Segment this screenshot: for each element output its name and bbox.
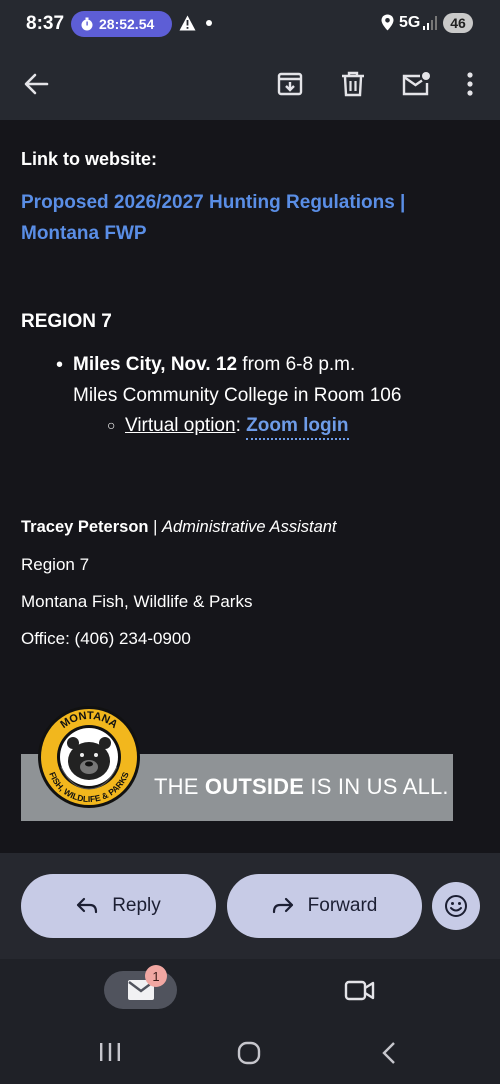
- meeting-city-date: Miles City, Nov. 12: [73, 354, 238, 375]
- zoom-login-link[interactable]: Zoom login: [246, 415, 349, 440]
- bottom-navigation: 1: [0, 959, 500, 1084]
- reply-icon: [77, 897, 98, 914]
- back-arrow-icon: [24, 73, 49, 95]
- more-options-button[interactable]: [446, 60, 494, 108]
- regulations-link-line2[interactable]: Montana FWP: [21, 223, 147, 245]
- status-time: 8:37: [26, 13, 65, 34]
- email-body: Link to website: Proposed 2026/2027 Hunt…: [0, 120, 500, 853]
- more-vert-icon: [467, 72, 473, 96]
- bullet-circle: ○: [107, 417, 116, 433]
- meeting-line: Miles City, Nov. 12 from 6-8 p.m.: [73, 354, 355, 376]
- banner-text-post: IS IN US ALL.: [304, 774, 449, 799]
- archive-icon: [277, 72, 303, 96]
- virtual-separator: :: [235, 415, 247, 436]
- bullet-disc: •: [56, 354, 64, 376]
- home-icon[interactable]: [237, 1041, 261, 1065]
- signal-icon: [423, 16, 437, 30]
- regulations-link-line1[interactable]: Proposed 2026/2027 Hunting Regulations |: [21, 192, 405, 214]
- forward-icon: [272, 897, 293, 914]
- meeting-time: from 6-8 p.m.: [237, 354, 356, 375]
- meeting-location: Miles Community College in Room 106: [73, 385, 402, 406]
- banner-text-pre: THE: [154, 774, 205, 799]
- location-icon: [381, 14, 394, 31]
- forward-label: Forward: [307, 895, 378, 916]
- region-heading: REGION 7: [21, 311, 112, 332]
- notification-dot-icon: [206, 20, 212, 26]
- virtual-option-line: Virtual option: Zoom login: [125, 415, 349, 440]
- recent-apps-icon[interactable]: [99, 1041, 121, 1063]
- fwp-bear-logo: MONTANA FISH, WILDLIFE & PARKS: [38, 706, 140, 808]
- smiley-icon: [445, 895, 467, 917]
- video-call-icon[interactable]: [343, 977, 377, 1005]
- reply-label: Reply: [112, 895, 161, 916]
- signature-name-line: Tracey Peterson | Administrative Assista…: [21, 518, 337, 537]
- warning-icon: [179, 15, 196, 31]
- status-bar: 8:37 28:52.54 5G 46: [0, 0, 500, 48]
- delete-button[interactable]: [329, 60, 377, 108]
- stopwatch-icon: [81, 17, 93, 31]
- forward-button[interactable]: Forward: [227, 874, 422, 938]
- network-type: 5G: [399, 14, 421, 31]
- banner-tagline: THE OUTSIDE IS IN US ALL.: [154, 774, 449, 800]
- mark-unread-icon: [402, 72, 430, 96]
- timer-text: 28:52.54: [99, 16, 155, 32]
- mark-unread-button[interactable]: [392, 60, 440, 108]
- signature-region: Region 7: [21, 555, 90, 574]
- timer-chip[interactable]: 28:52.54: [71, 11, 172, 37]
- link-heading: Link to website:: [21, 149, 158, 169]
- back-button[interactable]: [12, 60, 60, 108]
- signature-office[interactable]: Office: (406) 234-0900: [21, 629, 191, 649]
- signature-org: Montana Fish, Wildlife & Parks: [21, 592, 253, 611]
- email-toolbar: [0, 48, 500, 120]
- mail-unread-badge: 1: [145, 965, 167, 987]
- reply-button[interactable]: Reply: [21, 874, 216, 938]
- action-bar: Reply Forward: [0, 853, 500, 959]
- system-back-icon[interactable]: [380, 1041, 398, 1065]
- archive-button[interactable]: [266, 60, 314, 108]
- signature-title: Administrative Assistant: [161, 518, 337, 536]
- banner-text-bold: OUTSIDE: [204, 774, 305, 799]
- delete-icon: [342, 71, 364, 97]
- battery-icon: 46: [443, 13, 473, 33]
- virtual-option-label: Virtual option: [125, 415, 236, 436]
- signature-name: Tracey Peterson: [21, 518, 149, 536]
- emoji-react-button[interactable]: [432, 882, 480, 930]
- signature-separator: |: [148, 518, 162, 536]
